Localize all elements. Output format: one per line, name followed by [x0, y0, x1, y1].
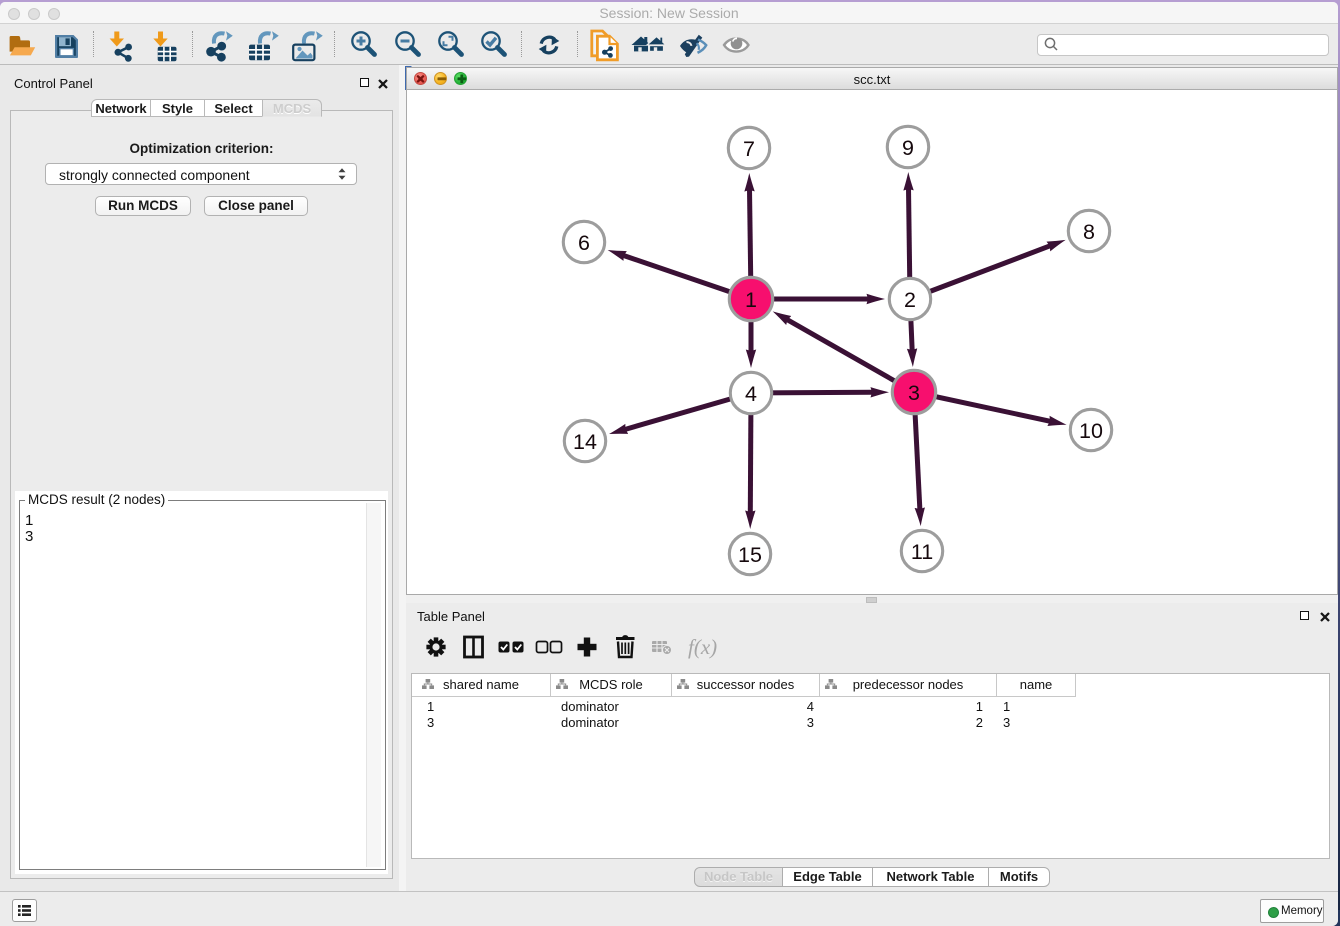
svg-text:7: 7 [743, 137, 755, 161]
svg-text:2: 2 [904, 288, 916, 312]
svg-text:4: 4 [745, 382, 757, 406]
svg-text:3: 3 [908, 381, 920, 405]
svg-text:15: 15 [738, 543, 762, 567]
svg-text:9: 9 [902, 136, 914, 160]
svg-text:f(x): f(x) [688, 635, 717, 659]
svg-text:1: 1 [745, 288, 757, 312]
svg-text:8: 8 [1083, 220, 1095, 244]
svg-text:6: 6 [578, 231, 590, 255]
svg-text:14: 14 [573, 430, 597, 454]
svg-text:10: 10 [1079, 419, 1103, 443]
svg-text:11: 11 [911, 540, 933, 564]
